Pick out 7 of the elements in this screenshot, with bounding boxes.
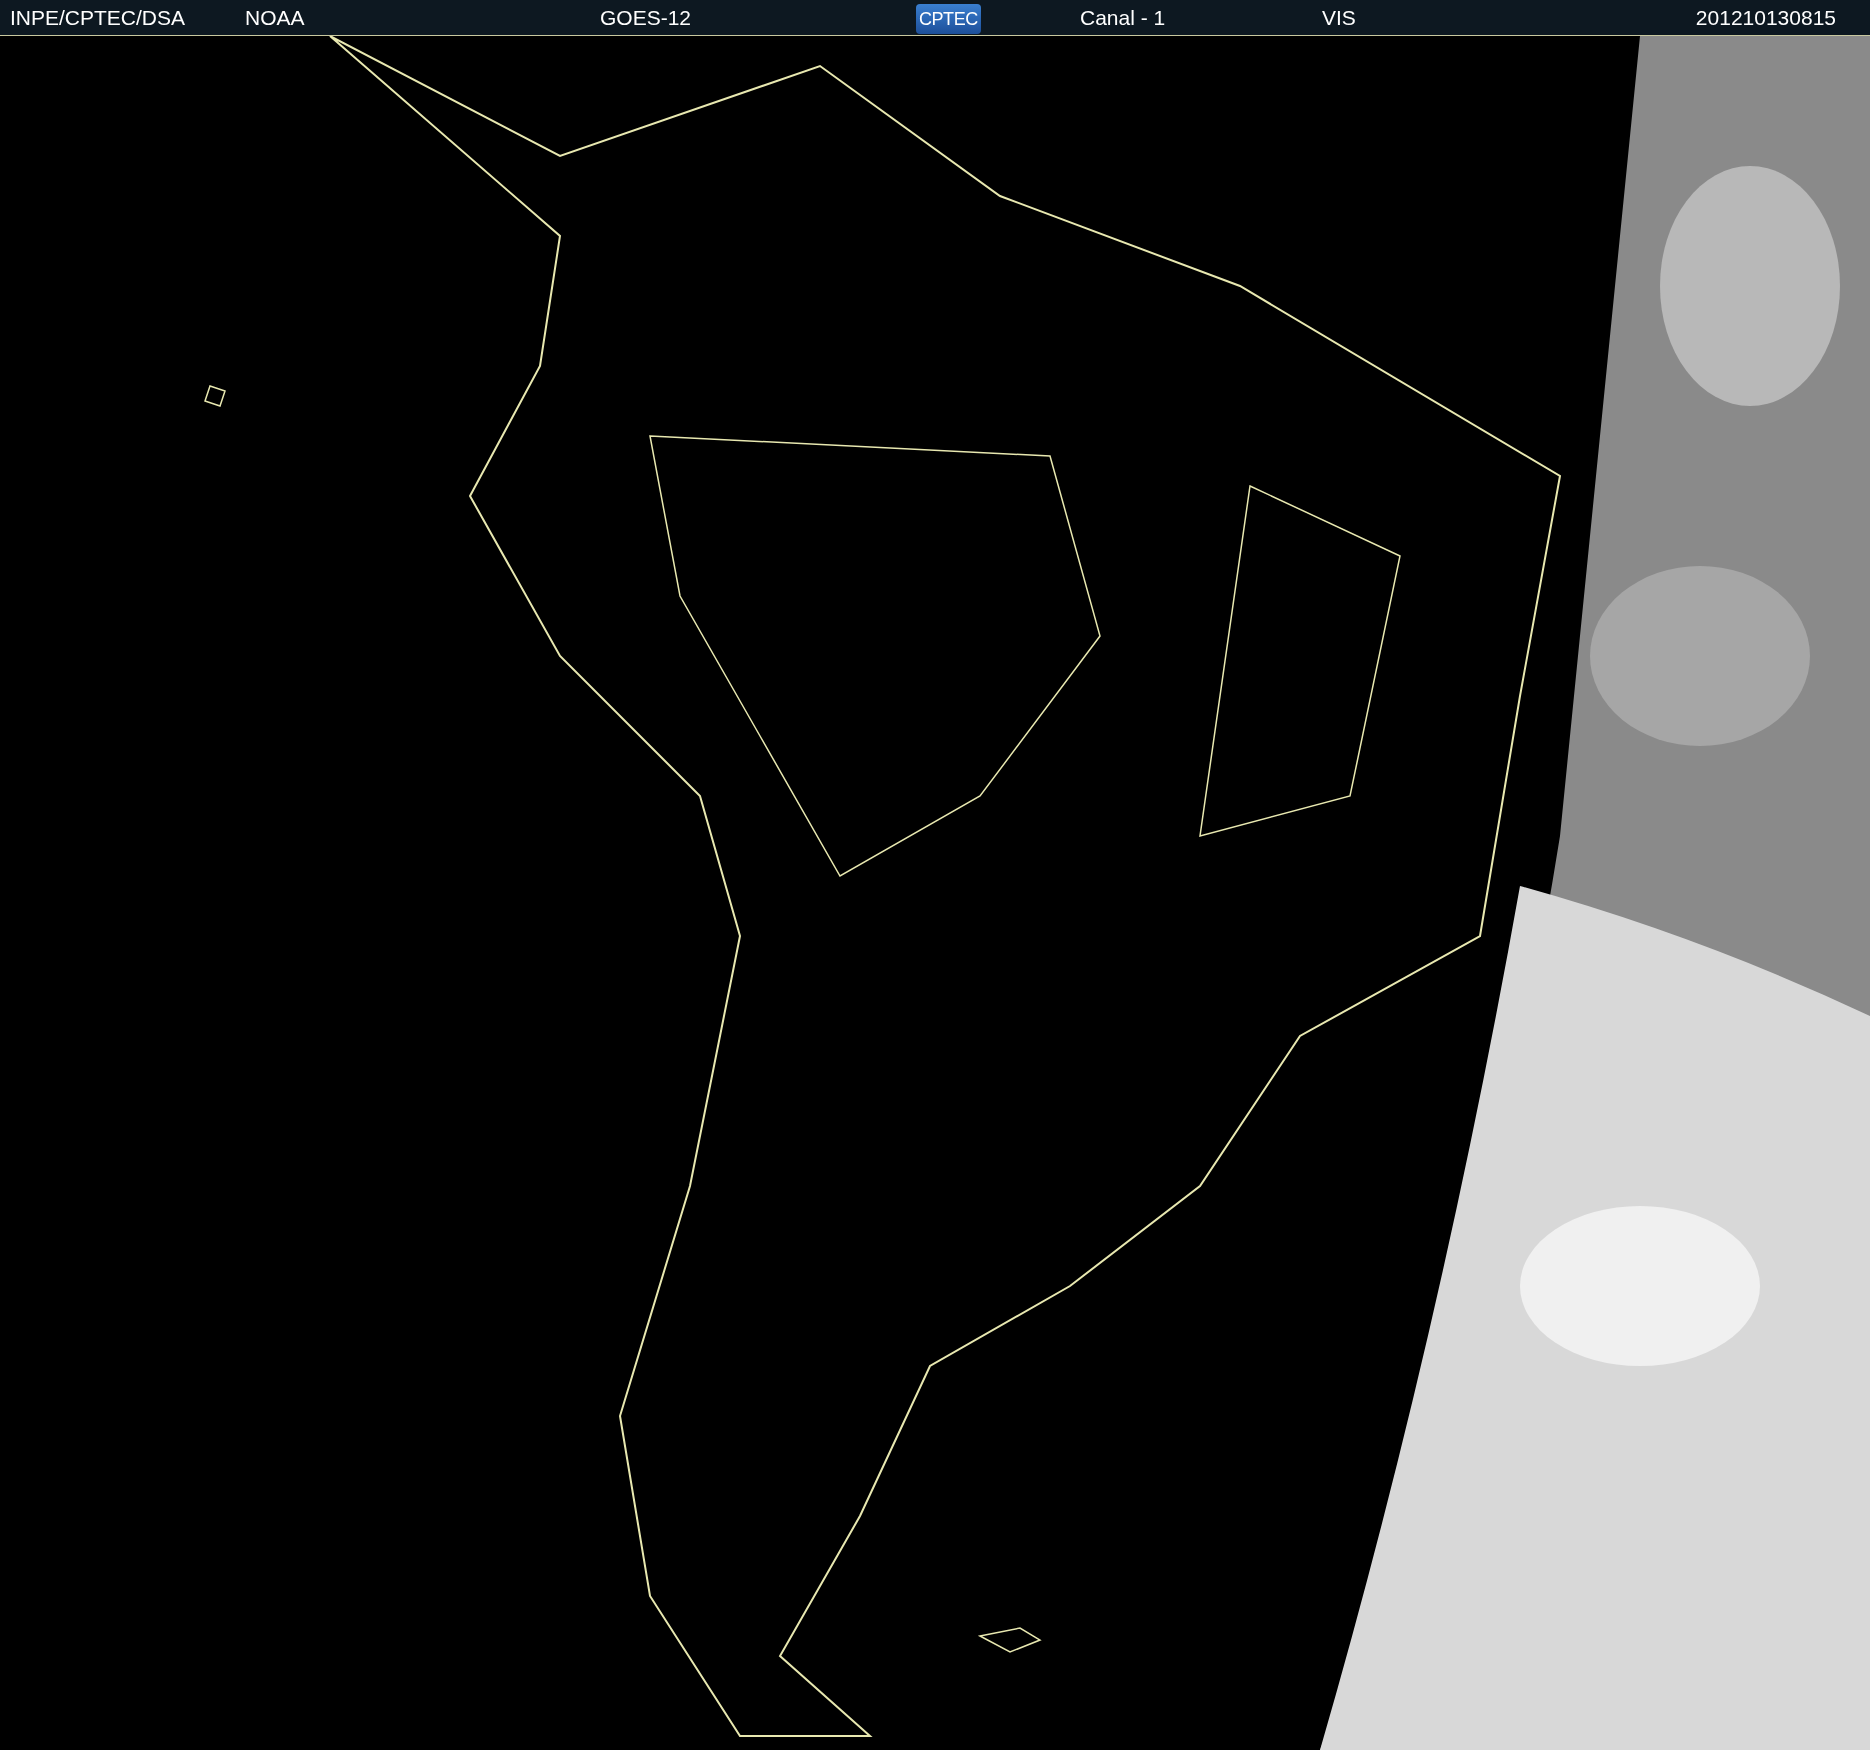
header-label: INPE/CPTEC/DSA <box>10 5 186 29</box>
header-label: GOES-12 <box>600 5 692 29</box>
header-label: NOAA <box>245 5 305 29</box>
header-label: Canal - 1 <box>1080 5 1166 29</box>
logo: CPTEC <box>916 3 981 34</box>
header-label: VIS <box>1322 5 1356 29</box>
header-label: 201210130815 <box>1695 5 1836 29</box>
